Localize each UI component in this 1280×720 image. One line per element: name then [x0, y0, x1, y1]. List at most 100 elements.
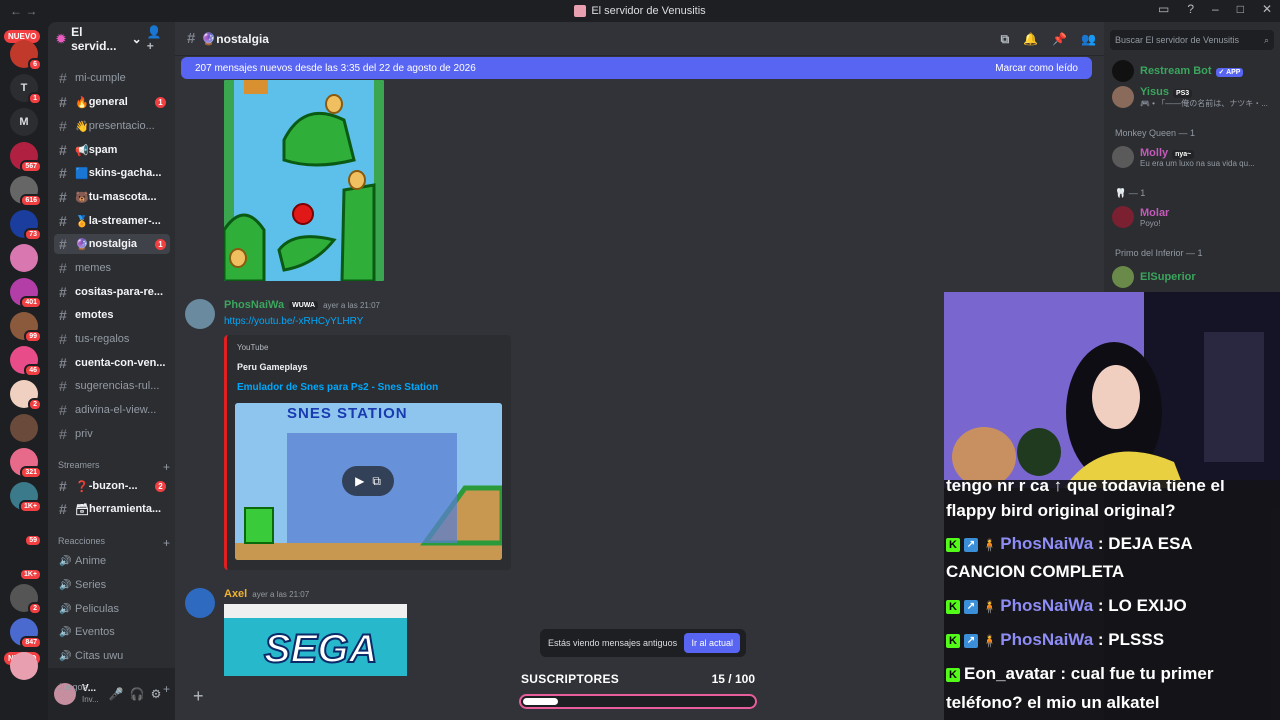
channel-item[interactable]: 🔊 Series [54, 575, 170, 595]
channel-item[interactable]: # ❓ -buzon-... 2 [54, 476, 170, 496]
channel-category[interactable]: Reacciones + [58, 536, 170, 550]
channel-category[interactable]: Streamers + [58, 460, 170, 474]
server-icon[interactable]: 46 [10, 346, 42, 377]
mention-badge: 46 [24, 364, 42, 377]
chat-text: CANCION COMPLETA [946, 562, 1125, 581]
channel-item[interactable]: 🔊 Peliculas [54, 599, 170, 619]
sega-image[interactable]: SEGA [224, 604, 407, 676]
channel-item[interactable]: # priv [54, 424, 170, 444]
channel-item[interactable]: # 🟦 skins-gacha... [54, 163, 170, 183]
channel-item[interactable]: # 🐻 tu-mascota... [54, 187, 170, 207]
member-item[interactable]: Molar Poyo! [1112, 204, 1270, 230]
channel-item[interactable]: # 🏅 la-streamer-... [54, 211, 170, 231]
members-icon[interactable]: 👥 [1081, 32, 1096, 47]
add-attachment-icon[interactable]: + [193, 686, 204, 707]
back-forward-icon[interactable]: ← → [10, 4, 37, 18]
member-info: Yisus PS3 🎮 • 「——俺の名前は、ナツキ・... [1140, 86, 1270, 109]
help-icon[interactable]: ? [1187, 2, 1194, 16]
message-composer[interactable]: + [185, 678, 515, 714]
chevron-down-icon: ⌄ [131, 32, 142, 46]
avatar[interactable] [185, 588, 215, 618]
channel-item[interactable]: # memes [54, 258, 170, 278]
channel-item[interactable]: # emotes [54, 305, 170, 325]
channel-emoji: 👋 [75, 120, 89, 133]
channel-item[interactable]: 🔊 Citas uwu [54, 646, 170, 666]
maximize-button[interactable]: □ [1237, 2, 1244, 16]
member-item[interactable]: ElSuperior [1112, 264, 1196, 290]
server-icon[interactable]: 73 [10, 210, 42, 241]
channel-item[interactable]: # 📢 spam [54, 140, 170, 160]
game-screenshot-image[interactable] [224, 80, 384, 281]
mark-read-button[interactable]: Marcar como leído [995, 63, 1078, 74]
channel-item[interactable]: # 👋 presentacio... [54, 116, 170, 136]
server-icon[interactable]: 401 [10, 278, 42, 309]
server-icon[interactable]: 321 [10, 448, 42, 479]
server-icon[interactable] [10, 244, 38, 272]
channel-item[interactable]: # cositas-para-re... [54, 282, 170, 302]
add-channel-icon[interactable]: + [163, 536, 170, 550]
channel-emoji: 📢 [75, 144, 89, 157]
server-icon[interactable] [10, 414, 38, 442]
member-item[interactable]: Molly nya~ Eu era um luxo na sua vida qu..… [1112, 144, 1270, 170]
channel-item[interactable]: # 🗃 herramienta... [54, 499, 170, 519]
channel-item[interactable]: # tus-regalos [54, 329, 170, 349]
guild-header[interactable]: ✹ El servid... ⌄ 👤+ [48, 22, 175, 56]
avatar [1112, 60, 1134, 82]
server-icon[interactable]: 847 [10, 618, 42, 649]
channel-item[interactable]: 🔊 Eventos [54, 622, 170, 642]
server-icon [574, 5, 587, 17]
channel-item[interactable]: # sugerencias-rul... [54, 376, 170, 396]
server-icon[interactable] [10, 652, 38, 680]
server-icon[interactable]: M [10, 108, 38, 136]
server-icon[interactable]: 2 [10, 584, 42, 615]
server-icon[interactable]: 1K+ [10, 482, 42, 513]
message-timestamp: ayer a las 21:07 [323, 300, 380, 310]
member-item[interactable]: Restream Bot ✓ APP [1112, 58, 1244, 84]
play-button[interactable]: ▶ ⧉ [342, 466, 394, 496]
hash-icon: # [59, 402, 67, 418]
server-icon[interactable]: 1K+ [10, 550, 42, 581]
server-icon[interactable]: 99 [10, 312, 42, 343]
pin-icon[interactable]: 📌 [1052, 32, 1067, 47]
mention-badge: 2 [28, 602, 42, 615]
message-author[interactable]: PhosNaiWa [224, 299, 284, 311]
channel-name: la-streamer-... [88, 215, 161, 227]
hash-icon: # [59, 307, 67, 323]
channel-item[interactable]: # mi-cumple [54, 68, 170, 88]
member-item[interactable]: Yisus PS3 🎮 • 「——俺の名前は、ナツキ・... [1112, 84, 1270, 110]
channel-item[interactable]: 🔊 Anime [54, 551, 170, 571]
video-thumbnail[interactable]: SNES STATION ▶ ⧉ [235, 403, 502, 560]
server-icon[interactable]: 2 [10, 380, 42, 411]
invite-icon[interactable]: 👤+ [147, 25, 167, 53]
mention-badge: 59 [24, 534, 42, 547]
channel-item[interactable]: # 🔥 general 1 [54, 92, 170, 112]
add-channel-icon[interactable]: + [163, 460, 170, 474]
new-messages-bar[interactable]: 207 mensajes nuevos desde las 3:35 del 2… [181, 57, 1092, 79]
search-input[interactable]: Buscar El servidor de Venusitis ⌕ [1110, 30, 1274, 50]
member-role-header: Primo del Inferior — 1 [1115, 248, 1203, 258]
server-icon[interactable]: 567 [10, 142, 42, 173]
channel-item[interactable]: # adivina-el-view... [54, 400, 170, 420]
avatar[interactable] [185, 299, 215, 329]
server-icon[interactable]: 6 [10, 40, 42, 71]
channel-name: Peliculas [75, 603, 120, 615]
channel-category[interactable]: Juegos + [58, 682, 170, 696]
bell-icon[interactable]: 🔔 [1023, 32, 1038, 47]
embed-title[interactable]: Emulador de Snes para Ps2 - Snes Station [237, 382, 501, 393]
chat-text: : DEJA ESA [1097, 534, 1193, 553]
message-link[interactable]: https://youtu.be/-xRHCyYLHRY [224, 316, 363, 327]
threads-icon[interactable]: ⧉ [1001, 32, 1010, 47]
close-button[interactable]: ✕ [1262, 2, 1272, 16]
channel-item[interactable]: # cuenta-con-ven... [54, 353, 170, 373]
server-icon[interactable]: 616 [10, 176, 42, 207]
hash-icon: # [59, 501, 67, 517]
jump-to-present-button[interactable]: Ir al actual [684, 633, 740, 653]
message-author[interactable]: Axel [224, 588, 247, 600]
server-icon[interactable]: T1 [10, 74, 42, 105]
channel-item[interactable]: # 🔮 nostalgia 1 [54, 234, 170, 254]
inbox-icon[interactable]: ▭ [1158, 2, 1169, 16]
server-icon[interactable]: 59 [10, 516, 42, 547]
minimize-button[interactable]: – [1212, 2, 1219, 16]
embed-author[interactable]: Peru Gameplays [237, 362, 501, 372]
add-channel-icon[interactable]: + [163, 682, 170, 696]
